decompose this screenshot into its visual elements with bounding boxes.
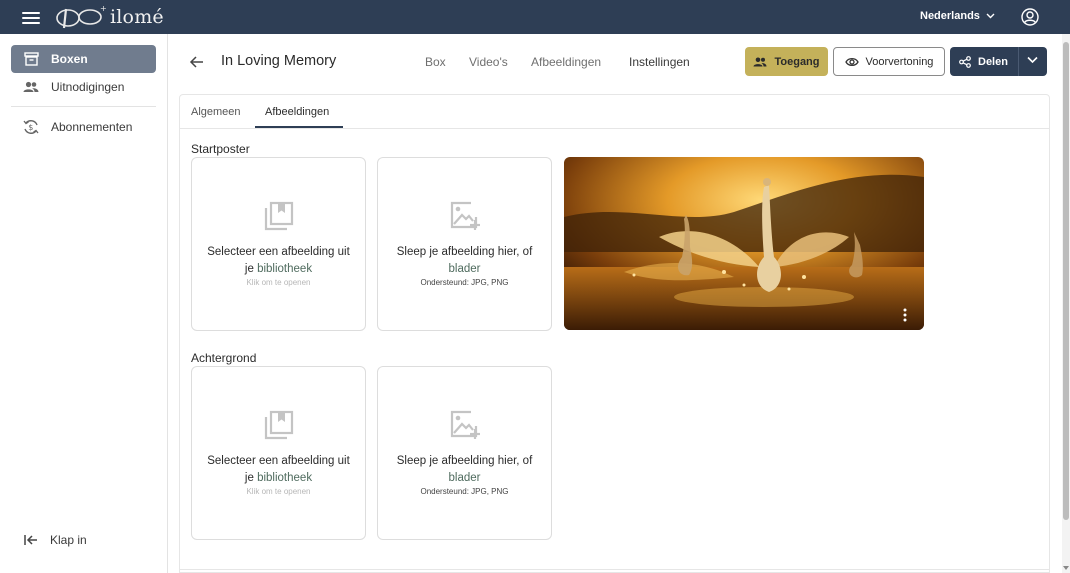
section-label-startposter: Startposter	[191, 142, 250, 156]
collapse-left-icon	[24, 535, 37, 545]
card-hint: Ondersteund: JPG, PNG	[420, 278, 509, 287]
more-options-icon[interactable]	[901, 308, 909, 322]
share-label: Delen	[978, 55, 1008, 68]
subscription-icon: $	[23, 119, 39, 135]
share-button[interactable]: Delen	[950, 47, 1047, 76]
preview-button[interactable]: Voorvertoning	[833, 47, 945, 76]
people-icon	[753, 57, 767, 66]
access-button[interactable]: Toegang	[745, 47, 828, 76]
card-text-prefix: je	[244, 263, 258, 275]
tab-afbeeldingen[interactable]: Afbeeldingen	[531, 55, 601, 69]
library-link[interactable]: bibliotheek	[257, 472, 312, 484]
preview-label: Voorvertoning	[865, 55, 934, 68]
sidebar-item-abonnementen[interactable]: $ Abonnementen	[11, 113, 156, 141]
card-text: Sleep je afbeelding hier, of	[396, 455, 533, 467]
sidebar-item-label: Boxen	[51, 52, 88, 66]
card-text-line2: je bibliotheek	[192, 261, 365, 278]
browse-link[interactable]: blader	[449, 472, 481, 484]
chevron-down-icon	[986, 13, 995, 19]
chevron-down-icon[interactable]	[1027, 56, 1038, 64]
top-bar: + ilomé Nederlands	[0, 0, 1070, 34]
card-text-prefix: je	[244, 472, 258, 484]
browse-link[interactable]: blader	[449, 263, 481, 275]
card-text-line2: je bibliotheek	[192, 470, 365, 487]
account-icon[interactable]	[1021, 8, 1039, 26]
language-selector[interactable]: Nederlands	[920, 10, 995, 22]
swan-photo	[564, 157, 924, 330]
sidebar: Boxen Uitnodigingen $ Abonnementen Klap …	[0, 34, 168, 573]
add-image-icon	[450, 201, 480, 230]
image-library-icon	[264, 410, 294, 440]
eye-icon	[844, 57, 859, 66]
subtab-divider	[180, 128, 1049, 129]
card-hint: Klik om te openen	[246, 487, 311, 496]
card-text: Sleep je afbeelding hier, of	[396, 246, 533, 258]
logo-mark-icon: +	[56, 4, 106, 29]
sidebar-item-label: Uitnodigingen	[51, 80, 125, 94]
library-select-card[interactable]: Selecteer een afbeelding uit je biblioth…	[191, 366, 366, 540]
people-icon	[23, 79, 39, 95]
subtab-algemeen[interactable]: Algemeen	[191, 106, 241, 118]
tab-instellingen[interactable]: Instellingen	[629, 55, 690, 69]
startposter-image-preview[interactable]	[564, 157, 924, 330]
logo-text: ilomé	[110, 6, 164, 28]
sidebar-item-label: Abonnementen	[51, 120, 133, 134]
logo[interactable]: + ilomé	[54, 4, 164, 30]
tab-videos[interactable]: Video's	[469, 55, 508, 69]
sidebar-item-boxen[interactable]: Boxen	[11, 45, 156, 73]
card-hint: Ondersteund: JPG, PNG	[420, 487, 509, 496]
library-link[interactable]: bibliotheek	[257, 263, 312, 275]
sidebar-item-uitnodigingen[interactable]: Uitnodigingen	[11, 73, 156, 101]
sidebar-divider	[11, 106, 156, 107]
card-hint: Klik om te openen	[246, 278, 311, 287]
svg-text:$: $	[28, 123, 33, 132]
menu-icon[interactable]	[22, 9, 40, 25]
content-panel: Algemeen Afbeeldingen Startposter Select…	[179, 94, 1050, 573]
tab-box[interactable]: Box	[425, 55, 446, 69]
image-library-icon	[264, 201, 294, 231]
access-label: Toegang	[774, 55, 820, 68]
card-text-line2: blader	[378, 261, 551, 278]
share-divider	[1018, 47, 1019, 76]
panel-bottom-divider	[180, 569, 1049, 570]
add-image-icon	[450, 410, 480, 439]
card-text: Selecteer een afbeelding uit	[207, 246, 350, 258]
language-label: Nederlands	[920, 10, 980, 22]
page-title: In Loving Memory	[221, 53, 337, 69]
card-text: Selecteer een afbeelding uit	[207, 455, 350, 467]
image-upload-dropzone[interactable]: Sleep je afbeelding hier, of blader Onde…	[377, 366, 552, 540]
svg-text:+: +	[100, 4, 106, 13]
scroll-down-arrow-icon[interactable]	[1063, 565, 1069, 571]
library-select-card[interactable]: Selecteer een afbeelding uit je biblioth…	[191, 157, 366, 331]
back-arrow-icon[interactable]	[189, 54, 205, 70]
share-icon	[959, 55, 971, 68]
scrollbar-thumb[interactable]	[1063, 42, 1069, 520]
archive-box-icon	[23, 51, 39, 67]
subtab-afbeeldingen[interactable]: Afbeeldingen	[265, 106, 329, 118]
collapse-button[interactable]: Klap in	[24, 533, 87, 547]
section-label-achtergrond: Achtergrond	[191, 351, 257, 365]
image-upload-dropzone[interactable]: Sleep je afbeelding hier, of blader Onde…	[377, 157, 552, 331]
card-text-line2: blader	[378, 470, 551, 487]
collapse-label: Klap in	[50, 533, 87, 547]
